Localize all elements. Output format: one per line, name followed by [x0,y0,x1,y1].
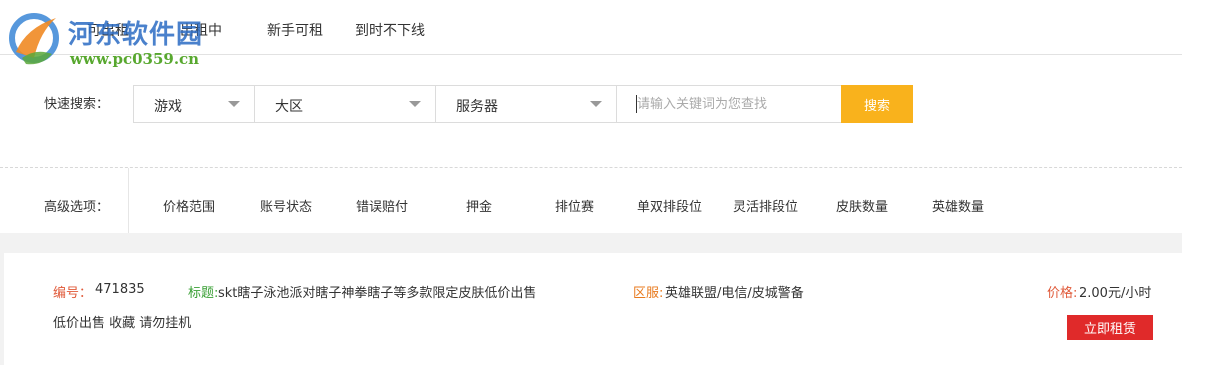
filter-ranked[interactable]: 排位赛 [555,196,594,215]
filter-account-status[interactable]: 账号状态 [260,196,312,215]
caret-down-icon [228,101,240,107]
watermark-title: 河东软件园 [68,20,204,50]
listing-region-label: 区服: [633,286,664,301]
filter-skin-count[interactable]: 皮肤数量 [836,196,888,215]
watermark: 河东软件园 www.pc0359.cn [4,6,244,70]
listing-id-value: 471835 [95,282,145,297]
advanced-options-label: 高级选项： [44,200,110,215]
listing-title-label: 标题: [188,286,219,301]
listing-id-label: 编号： [53,286,93,301]
watermark-url: www.pc0359.cn [70,50,200,68]
keyword-input[interactable] [616,85,842,123]
rent-now-button[interactable]: 立即租赁 [1067,315,1153,340]
filter-flex-rank[interactable]: 灵活排段位 [733,196,798,215]
game-select-value: 游戏 [154,99,182,115]
search-button[interactable]: 搜索 [841,85,913,123]
filter-deposit[interactable]: 押金 [466,196,492,215]
section-divider-band [0,233,1182,253]
caret-down-icon [590,101,602,107]
advanced-separator [128,168,129,233]
filter-solo-duo-rank[interactable]: 单双排段位 [637,196,702,215]
listing-description: 低价出售 收藏 请勿挂机 [53,316,192,331]
tab-newbie-rentable[interactable]: 新手可租 [267,20,323,40]
server-select[interactable]: 服务器 [435,85,617,123]
text-cursor [636,95,637,113]
filter-price-range[interactable]: 价格范围 [163,196,215,215]
caret-down-icon [409,101,421,107]
listing-price-value: 2.00元/小时 [1079,286,1152,301]
listing-title-value[interactable]: skt瞎子泳池派对瞎子神拳瞎子等多款限定皮肤低价出售 [218,282,536,301]
watermark-logo-icon [9,13,59,65]
region-select[interactable]: 大区 [254,85,436,123]
listing-price-label: 价格: [1047,286,1078,301]
tab-stay-online[interactable]: 到时不下线 [355,20,425,40]
quick-search-label: 快速搜索： [44,97,110,112]
dashed-divider [0,167,1182,168]
filter-error-compensation[interactable]: 错误赔付 [356,196,408,215]
server-select-value: 服务器 [456,99,498,115]
game-select[interactable]: 游戏 [133,85,255,123]
region-select-value: 大区 [275,99,303,115]
filter-hero-count[interactable]: 英雄数量 [932,196,984,215]
listing-region-value: 英雄联盟/电信/皮城警备 [665,286,804,301]
listing-left-edge [0,253,4,365]
